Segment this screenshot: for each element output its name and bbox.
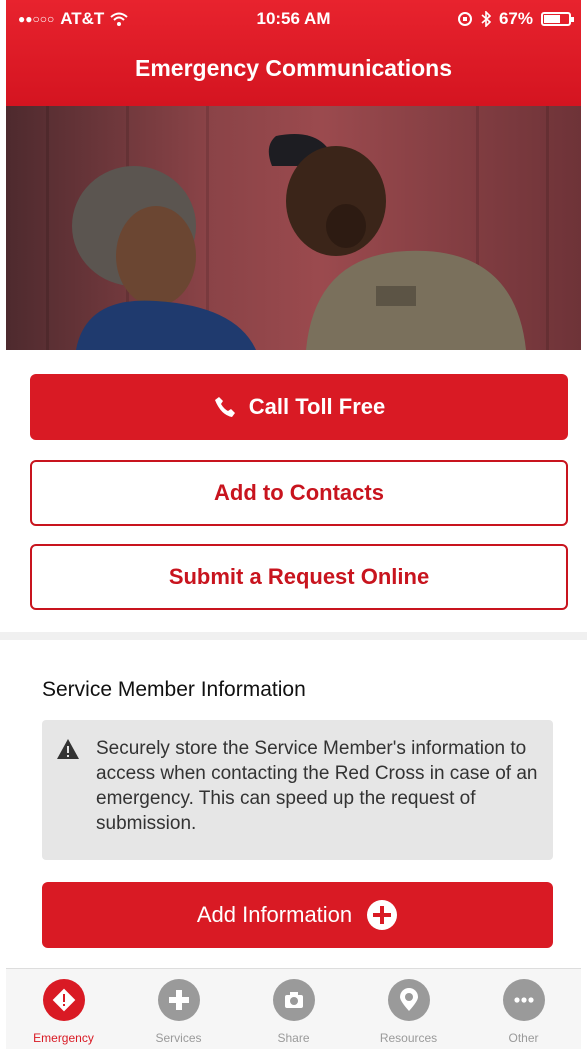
add-to-contacts-button[interactable]: Add to Contacts [30,460,568,526]
status-right: 67% [457,9,574,29]
add-information-label: Add Information [196,902,353,927]
battery-fill [544,15,560,23]
add-to-contacts-label: Add to Contacts [214,480,384,505]
call-toll-free-label: Call Toll Free [248,394,386,419]
camera-icon [272,979,315,1021]
tab-other[interactable]: Other [466,969,581,1049]
tab-label: Emergency [33,1031,94,1045]
tab-label: Services [155,1031,202,1045]
tab-resources[interactable]: Resources [351,969,466,1049]
status-bar: ●●○○○ AT&T 10:56 AM 67% [6,0,581,36]
page-title: Emergency Communications [135,55,452,81]
bottom-tab-bar: Emergency Services Share Resources Other [6,968,581,1049]
app-header: ●●○○○ AT&T 10:56 AM 67% Emergency Commun… [6,0,581,106]
photo-figures [72,134,526,350]
map-pin-icon [387,979,430,1021]
call-toll-free-button[interactable]: Call Toll Free [30,374,568,440]
submit-request-online-label: Submit a Request Online [168,564,430,589]
tab-label: Share [277,1031,310,1045]
plus-circle-icon [367,900,398,930]
hero-photo [6,106,581,350]
phone-icon [214,397,235,417]
section-divider [0,632,587,640]
battery-percent: 67% [498,9,533,28]
bluetooth-icon [481,11,491,27]
warning-icon [57,739,79,759]
tab-label: Other [508,1031,539,1045]
alert-diamond-icon [42,979,85,1021]
battery-icon [541,12,574,26]
tab-label: Resources [379,1031,438,1045]
plus-icon [157,979,200,1021]
ellipsis-icon [502,979,545,1021]
submit-request-online-button[interactable]: Submit a Request Online [30,544,568,610]
rotation-lock-icon [457,12,472,26]
tab-services[interactable]: Services [121,969,236,1049]
notice-text: Securely store the Service Member's info… [96,738,538,834]
service-member-notice: Securely store the Service Member's info… [42,720,553,860]
add-information-button[interactable]: Add Information [42,882,553,948]
service-member-title: Service Member Information [42,678,306,701]
tab-share[interactable]: Share [236,969,351,1049]
tab-emergency[interactable]: Emergency [6,969,121,1049]
